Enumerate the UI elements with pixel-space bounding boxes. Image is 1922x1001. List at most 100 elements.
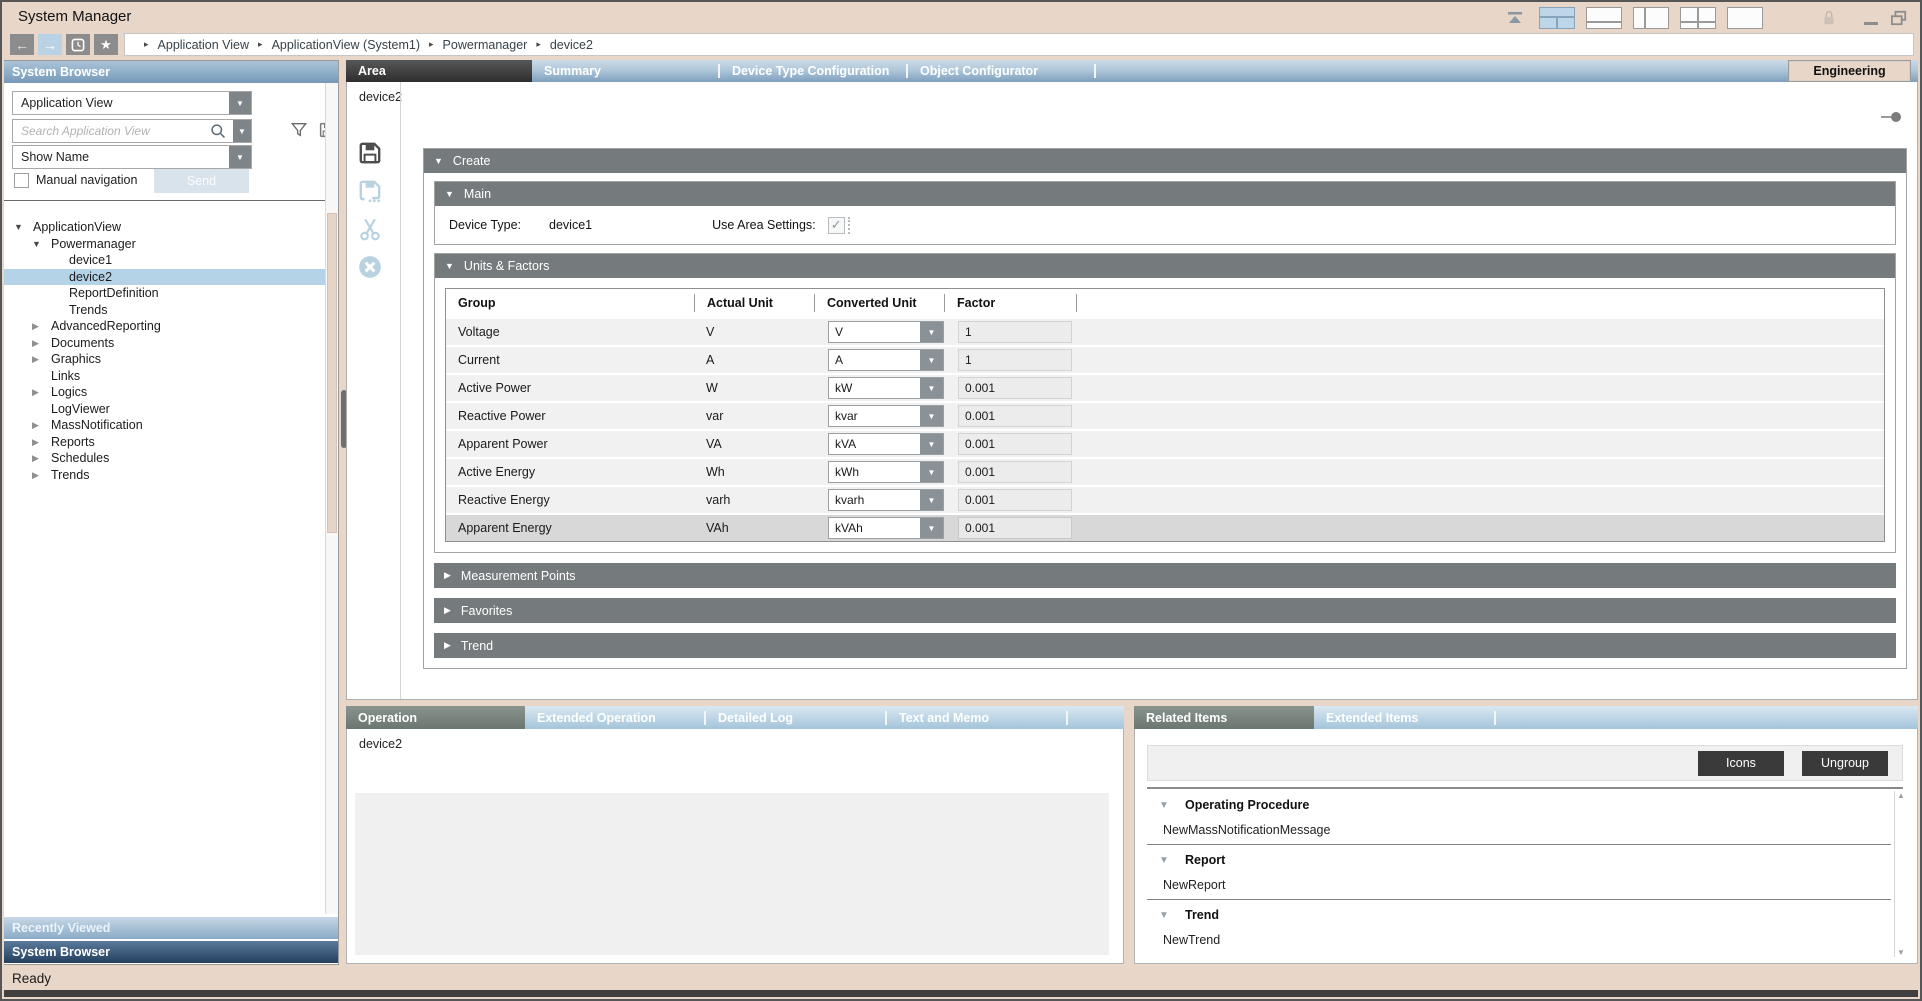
breadcrumb-item-powermanager[interactable]: Powermanager (443, 38, 528, 52)
collapsed-arrow-icon[interactable]: ▶ (32, 338, 39, 348)
tree-item-reports[interactable]: ▶Reports (4, 434, 325, 451)
use-area-settings-checkbox[interactable]: ✓ (828, 217, 845, 234)
tab-area[interactable]: Area (346, 60, 532, 82)
factor-input-apparent-power[interactable]: 0.001 (958, 433, 1072, 455)
minimize-button[interactable] (1864, 22, 1878, 25)
tree-item-device1[interactable]: device1 (4, 252, 325, 269)
chevron-down-icon[interactable]: ▼ (920, 350, 943, 370)
tab-extended-items[interactable]: Extended Items (1314, 706, 1494, 729)
chevron-down-icon[interactable]: ▼ (920, 518, 943, 538)
tree-item-powermanager[interactable]: ▼Powermanager (4, 236, 325, 253)
send-button[interactable]: Send (154, 169, 249, 193)
tab-related-items[interactable]: Related Items (1134, 706, 1314, 729)
restore-button[interactable] (1890, 10, 1908, 26)
converted-unit-select-active-energy[interactable]: kWh▼ (828, 461, 944, 483)
breadcrumb-item-applicationview-system1[interactable]: ApplicationView (System1) (272, 38, 420, 52)
chevron-down-icon[interactable]: ▼ (920, 406, 943, 426)
converted-unit-select-active-power[interactable]: kW▼ (828, 377, 944, 399)
collapsed-arrow-icon[interactable]: ▶ (32, 354, 39, 364)
related-item-newtrend[interactable]: NewTrend (1147, 929, 1891, 953)
factor-input-reactive-power[interactable]: 0.001 (958, 405, 1072, 427)
tree-scrollbar-thumb[interactable] (327, 213, 337, 533)
tree-item-trends[interactable]: Trends (4, 302, 325, 319)
view-select[interactable]: Application View ▼ (12, 91, 252, 115)
tree-item-reportdefinition[interactable]: ReportDefinition (4, 285, 325, 302)
tree-item-trends[interactable]: ▶Trends (4, 467, 325, 484)
layout-button-2[interactable] (1586, 7, 1622, 29)
favorites-button[interactable]: ★ (94, 34, 118, 55)
chevron-down-icon[interactable]: ▼ (920, 490, 943, 510)
back-button[interactable]: ← (10, 34, 34, 55)
tree-item-graphics[interactable]: ▶Graphics (4, 351, 325, 368)
factor-input-reactive-energy[interactable]: 0.001 (958, 489, 1072, 511)
expanded-arrow-icon[interactable]: ▼ (32, 239, 41, 249)
tree-item-applicationview[interactable]: ▼ApplicationView (4, 219, 325, 236)
manual-navigation-checkbox[interactable] (14, 173, 29, 188)
create-section-header[interactable]: ▼ Create (424, 149, 1906, 173)
tab-extended-operation[interactable]: Extended Operation (525, 706, 704, 729)
factor-input-active-energy[interactable]: 0.001 (958, 461, 1072, 483)
factor-input-voltage[interactable]: 1 (958, 321, 1072, 343)
expanded-arrow-icon[interactable]: ▼ (14, 222, 23, 232)
breadcrumb-item-application-view[interactable]: Application View (158, 38, 250, 52)
tree-item-schedules[interactable]: ▶Schedules (4, 450, 325, 467)
tree-item-links[interactable]: Links (4, 368, 325, 385)
converted-unit-select-voltage[interactable]: V▼ (828, 321, 944, 343)
section-trend[interactable]: ▶Trend (434, 633, 1896, 658)
related-group-operating-procedure[interactable]: ▼Operating Procedure (1147, 793, 1891, 819)
chevron-down-icon[interactable]: ▼ (920, 434, 943, 454)
units-factors-header[interactable]: ▼ Units & Factors (435, 254, 1895, 278)
factor-input-active-power[interactable]: 0.001 (958, 377, 1072, 399)
tab-device-type-configuration[interactable]: Device Type Configuration (720, 60, 906, 82)
collapsed-arrow-icon[interactable]: ▶ (32, 470, 39, 480)
factor-input-apparent-energy[interactable]: 0.001 (958, 517, 1072, 539)
search-icon[interactable] (210, 123, 227, 145)
recently-viewed-bar[interactable]: Recently Viewed (4, 917, 338, 939)
icons-button[interactable]: Icons (1698, 751, 1784, 776)
chevron-down-icon[interactable]: ▼ (920, 462, 943, 482)
tab-summary[interactable]: Summary (532, 60, 718, 82)
ungroup-button[interactable]: Ungroup (1802, 751, 1888, 776)
collapsed-arrow-icon[interactable]: ▶ (32, 437, 39, 447)
related-item-newmassnotificationmessage[interactable]: NewMassNotificationMessage (1147, 819, 1891, 843)
chevron-down-icon[interactable]: ▼ (920, 322, 943, 342)
breadcrumb-item-device2[interactable]: device2 (550, 38, 593, 52)
layout-button-5[interactable] (1727, 7, 1763, 29)
converted-unit-select-apparent-energy[interactable]: kVAh▼ (828, 517, 944, 539)
system-browser-bar[interactable]: System Browser (4, 941, 338, 963)
tab-operation[interactable]: Operation (346, 706, 525, 729)
collapsed-arrow-icon[interactable]: ▶ (32, 453, 39, 463)
forward-button[interactable]: → (38, 34, 62, 55)
tree-scrollbar[interactable] (325, 83, 338, 914)
converted-unit-select-reactive-energy[interactable]: kvarh▼ (828, 489, 944, 511)
main-section-header[interactable]: ▼ Main (435, 182, 1895, 206)
related-group-report[interactable]: ▼Report (1147, 848, 1891, 874)
tab-text-and-memo[interactable]: Text and Memo (887, 706, 1066, 729)
chevron-down-icon[interactable]: ▼ (229, 146, 251, 168)
collapsed-arrow-icon[interactable]: ▶ (32, 387, 39, 397)
collapsed-arrow-icon[interactable]: ▶ (32, 420, 39, 430)
factor-input-current[interactable]: 1 (958, 349, 1072, 371)
layout-button-4[interactable] (1680, 7, 1716, 29)
section-measurement-points[interactable]: ▶Measurement Points (434, 563, 1896, 588)
display-mode-select[interactable]: Show Name ▼ (12, 145, 252, 169)
tree-item-advancedreporting[interactable]: ▶AdvancedReporting (4, 318, 325, 335)
related-group-trend[interactable]: ▼Trend (1147, 903, 1891, 929)
scroll-up-icon[interactable]: ▲ (1897, 791, 1905, 800)
search-options-dropdown[interactable]: ▼ (233, 120, 251, 142)
related-item-newreport[interactable]: NewReport (1147, 874, 1891, 898)
scroll-down-icon[interactable]: ▼ (1897, 948, 1905, 957)
tree-item-documents[interactable]: ▶Documents (4, 335, 325, 352)
tab-detailed-log[interactable]: Detailed Log (706, 706, 885, 729)
layout-button-1[interactable] (1539, 7, 1575, 29)
history-button[interactable] (66, 34, 90, 55)
tree-item-massnotification[interactable]: ▶MassNotification (4, 417, 325, 434)
save-icon[interactable] (357, 140, 383, 166)
search-box[interactable]: ▼ (12, 119, 252, 143)
tree-item-logics[interactable]: ▶Logics (4, 384, 325, 401)
chevron-down-icon[interactable]: ▼ (920, 378, 943, 398)
converted-unit-select-reactive-power[interactable]: kvar▼ (828, 405, 944, 427)
collapse-panel-icon[interactable] (1505, 8, 1525, 28)
tree-item-device2[interactable]: device2 (4, 269, 325, 286)
engineering-mode-button[interactable]: Engineering (1789, 61, 1910, 81)
